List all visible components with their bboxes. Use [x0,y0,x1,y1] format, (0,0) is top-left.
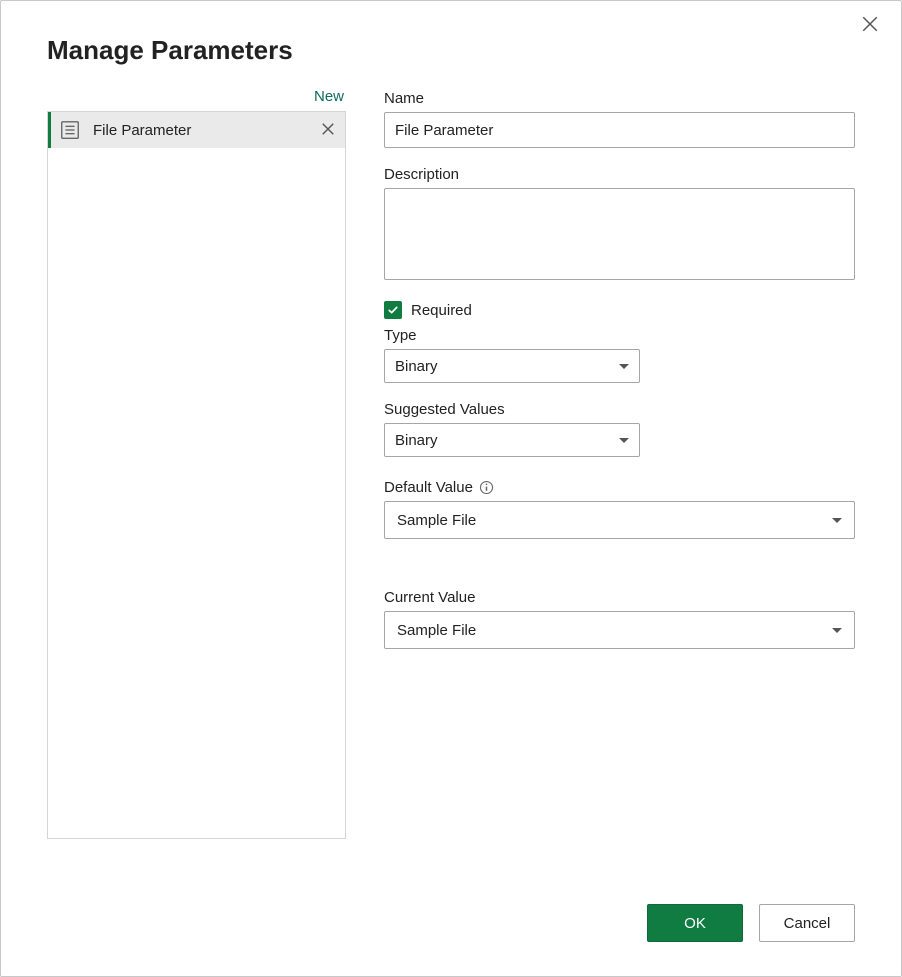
parameter-icon [59,119,81,141]
type-label: Type [384,327,855,344]
cancel-button[interactable]: Cancel [759,904,855,942]
chevron-down-icon [619,364,629,369]
suggested-values-dropdown-value: Binary [395,432,438,449]
type-dropdown[interactable]: Binary [384,349,640,383]
chevron-down-icon [619,438,629,443]
description-input[interactable] [384,188,855,280]
dialog-title: Manage Parameters [47,35,855,66]
type-field-block: Type Binary [384,327,855,383]
current-value-label: Current Value [384,589,855,606]
current-value-field-block: Current Value Sample File [384,589,855,649]
suggested-values-field-block: Suggested Values Binary [384,401,855,457]
suggested-values-dropdown[interactable]: Binary [384,423,640,457]
info-icon[interactable] [479,480,494,495]
default-value-dropdown[interactable]: Sample File [384,501,855,539]
parameters-left-panel: New File Parameter [47,88,346,839]
parameters-list: File Parameter [47,111,346,839]
chevron-down-icon [832,518,842,523]
checkbox-checked-icon [384,301,402,319]
required-checkbox[interactable]: Required [384,301,855,319]
ok-button[interactable]: OK [647,904,743,942]
close-icon [861,20,879,36]
type-dropdown-value: Binary [395,358,438,375]
dialog-close-button[interactable] [861,15,883,37]
manage-parameters-dialog: Manage Parameters New File Parameter [0,0,902,977]
close-icon [321,123,335,139]
parameter-item-label: File Parameter [93,122,321,139]
name-field-block: Name [384,90,855,148]
dialog-footer: OK Cancel [647,904,855,942]
name-input[interactable] [384,112,855,148]
description-label: Description [384,166,855,183]
current-value-dropdown[interactable]: Sample File [384,611,855,649]
name-label: Name [384,90,855,107]
dialog-content: New File Parameter [47,88,855,839]
default-value-dropdown-value: Sample File [397,512,476,529]
suggested-values-label: Suggested Values [384,401,855,418]
required-label: Required [411,302,472,319]
description-field-block: Description [384,166,855,283]
default-value-field-block: Default Value Sample File [384,479,855,539]
default-value-label: Default Value [384,479,473,496]
new-parameter-link[interactable]: New [47,88,346,105]
parameter-item-delete-button[interactable] [321,122,337,138]
chevron-down-icon [832,628,842,633]
parameter-list-item[interactable]: File Parameter [48,112,345,148]
current-value-dropdown-value: Sample File [397,622,476,639]
parameter-form: Name Description Required Type Binary [384,88,855,839]
